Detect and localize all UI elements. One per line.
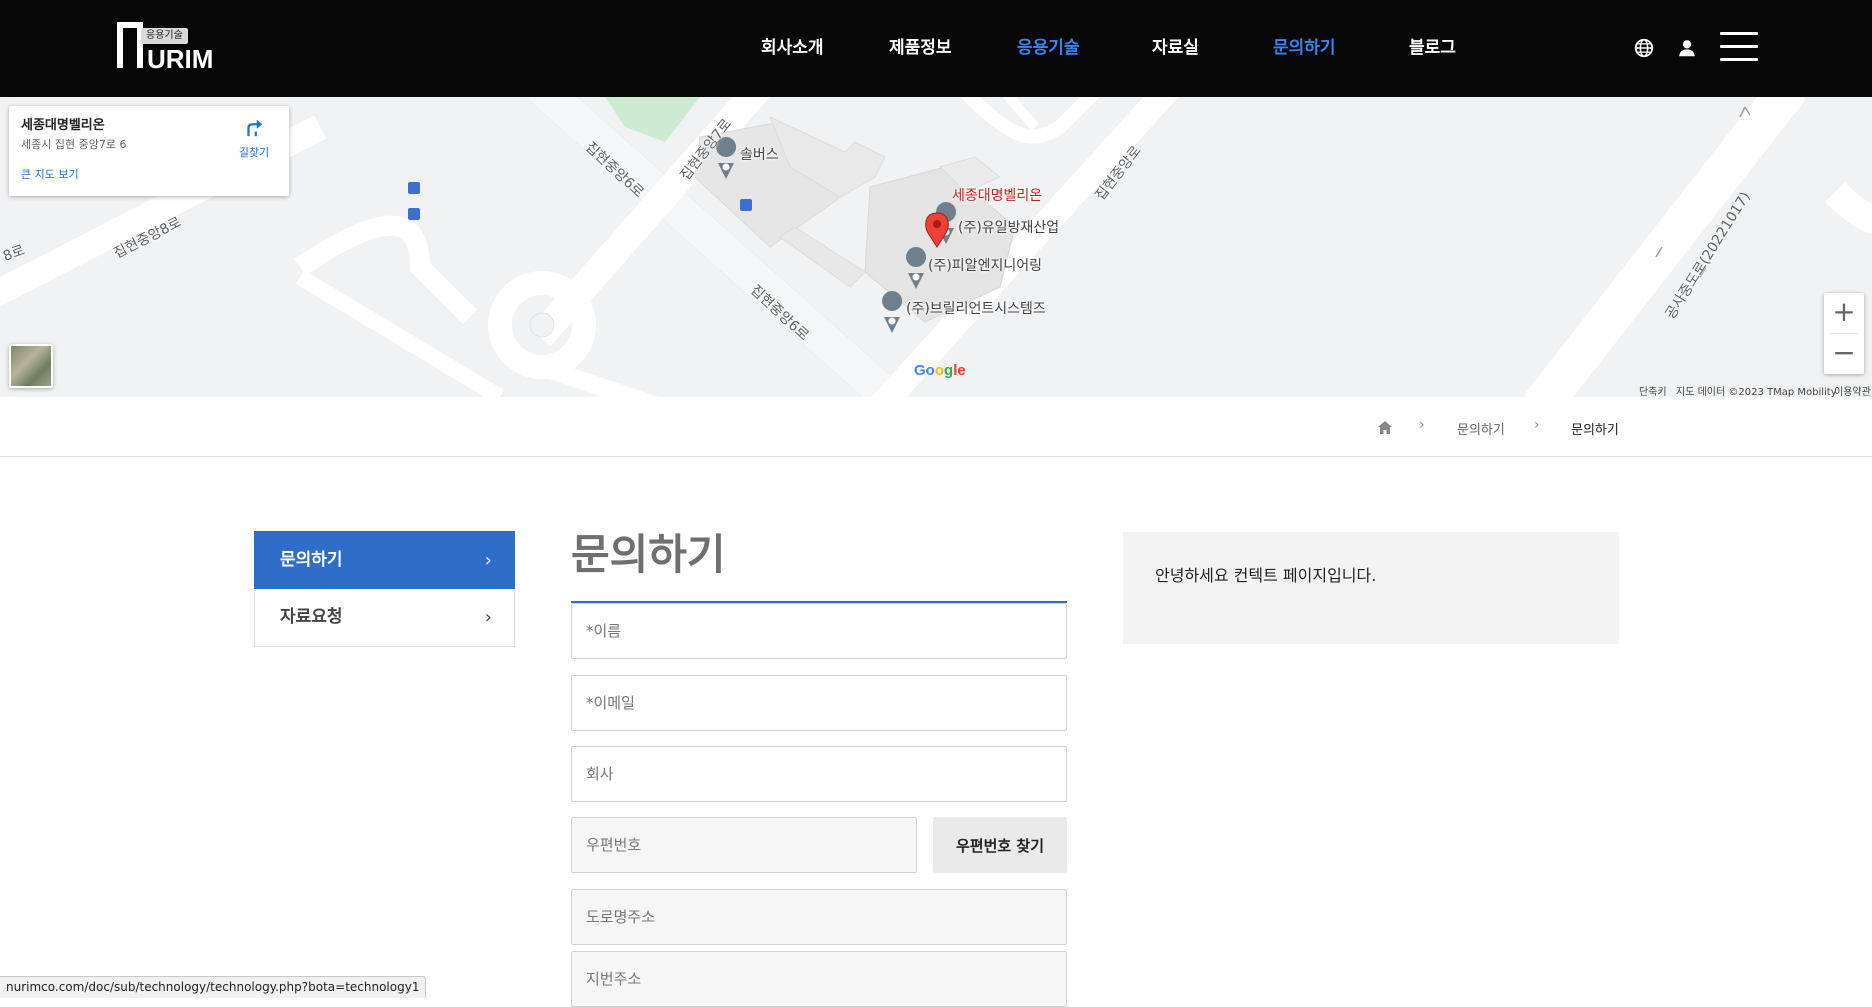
place-address: 세종시 집현 중앙7로 6 (21, 138, 127, 151)
zoom-in-button[interactable]: + (1824, 293, 1864, 333)
link-status-bar: nurimco.com/doc/sub/technology/technolog… (0, 976, 427, 998)
google-logo: Google (914, 362, 966, 379)
side-menu: 문의하기 › 자료요청 › (254, 531, 515, 647)
zoom-out-button[interactable]: − (1824, 334, 1864, 374)
larger-map-link[interactable]: 큰 지도 보기 (21, 166, 79, 182)
map-data-credit: 지도 데이터 ©2023 TMap Mobility (1676, 387, 1837, 397)
keyboard-shortcuts-link[interactable]: 단축키 (1639, 383, 1667, 397)
pin-label-main[interactable]: 세종대명벨리온 (952, 185, 1042, 205)
zip-code-field[interactable] (571, 817, 917, 873)
chevron-right-icon: › (484, 607, 492, 628)
find-zip-button[interactable]: 우편번호 찾기 (933, 817, 1067, 873)
nav-item-blog[interactable]: 블로그 (1409, 36, 1456, 60)
logo-mark-icon (117, 22, 143, 68)
side-menu-item-contact[interactable]: 문의하기 › (254, 531, 515, 589)
name-field[interactable] (571, 603, 1067, 659)
side-menu-label: 자료요청 (280, 607, 343, 627)
nav-item-contact[interactable]: 문의하기 (1273, 36, 1336, 60)
nav-item-products[interactable]: 제품정보 (889, 36, 952, 60)
hamburger-menu-icon[interactable] (1720, 32, 1758, 62)
chevron-right-icon: › (1534, 417, 1540, 433)
lot-address-field[interactable] (571, 951, 1067, 1007)
email-field[interactable] (571, 675, 1067, 731)
company-field[interactable] (571, 746, 1067, 802)
pin-label[interactable]: 솔버스 (740, 144, 779, 164)
place-name: 세종대명벨리온 (21, 118, 105, 133)
terms-link[interactable]: 이용약관 (1834, 383, 1871, 397)
pin-label[interactable]: (주)브릴리언트시스템즈 (906, 298, 1046, 318)
nurim-logo[interactable]: 응용기술 URIM (117, 20, 213, 72)
directions-label: 길찾기 (238, 146, 270, 159)
logo-wordmark: URIM (147, 44, 214, 74)
satellite-toggle[interactable] (9, 344, 53, 388)
info-text: 안녕하세요 컨텍트 페이지입니다. (1155, 566, 1377, 585)
pin-label[interactable]: (주)피알엔지니어링 (928, 255, 1042, 275)
side-menu-item-request[interactable]: 자료요청 › (254, 589, 515, 647)
home-icon[interactable] (1378, 421, 1392, 434)
breadcrumb-current: 문의하기 (1571, 423, 1619, 438)
logo-badge: 응용기술 (141, 28, 188, 44)
user-icon[interactable] (1676, 37, 1698, 59)
breadcrumb: › 문의하기 › 문의하기 (0, 397, 1872, 457)
chevron-right-icon: › (1419, 417, 1425, 433)
nav-item-resources[interactable]: 자료실 (1152, 36, 1199, 60)
page-title: 문의하기 (571, 530, 726, 579)
nav-item-company[interactable]: 회사소개 (761, 36, 824, 60)
globe-icon[interactable] (1633, 37, 1655, 59)
google-logo-letters: Go (914, 362, 935, 379)
pin-label[interactable]: (주)유일방재산업 (958, 217, 1059, 237)
road-address-field[interactable] (571, 889, 1067, 945)
breadcrumb-item[interactable]: 문의하기 (1457, 419, 1505, 438)
directions-button[interactable]: 길찾기 (234, 116, 274, 160)
zoom-control: + − (1824, 293, 1864, 374)
side-menu-label: 문의하기 (280, 550, 343, 570)
map-place-card: 세종대명벨리온 세종시 집현 중앙7로 6 큰 지도 보기 길찾기 (9, 106, 289, 196)
site-header: 응용기술 URIM 회사소개 제품정보 응용기술 자료실 문의하기 블로그 (0, 0, 1872, 97)
directions-icon (247, 119, 263, 137)
google-map[interactable]: 집현중앙6로 집현중앙7로 집현중앙8로 집현중앙6로 집현중앙로 공사중도로(… (0, 97, 1872, 397)
nav-item-technology[interactable]: 응용기술 (1017, 36, 1080, 60)
chevron-right-icon: › (484, 550, 492, 571)
info-box: 안녕하세요 컨텍트 페이지입니다. (1123, 532, 1619, 644)
